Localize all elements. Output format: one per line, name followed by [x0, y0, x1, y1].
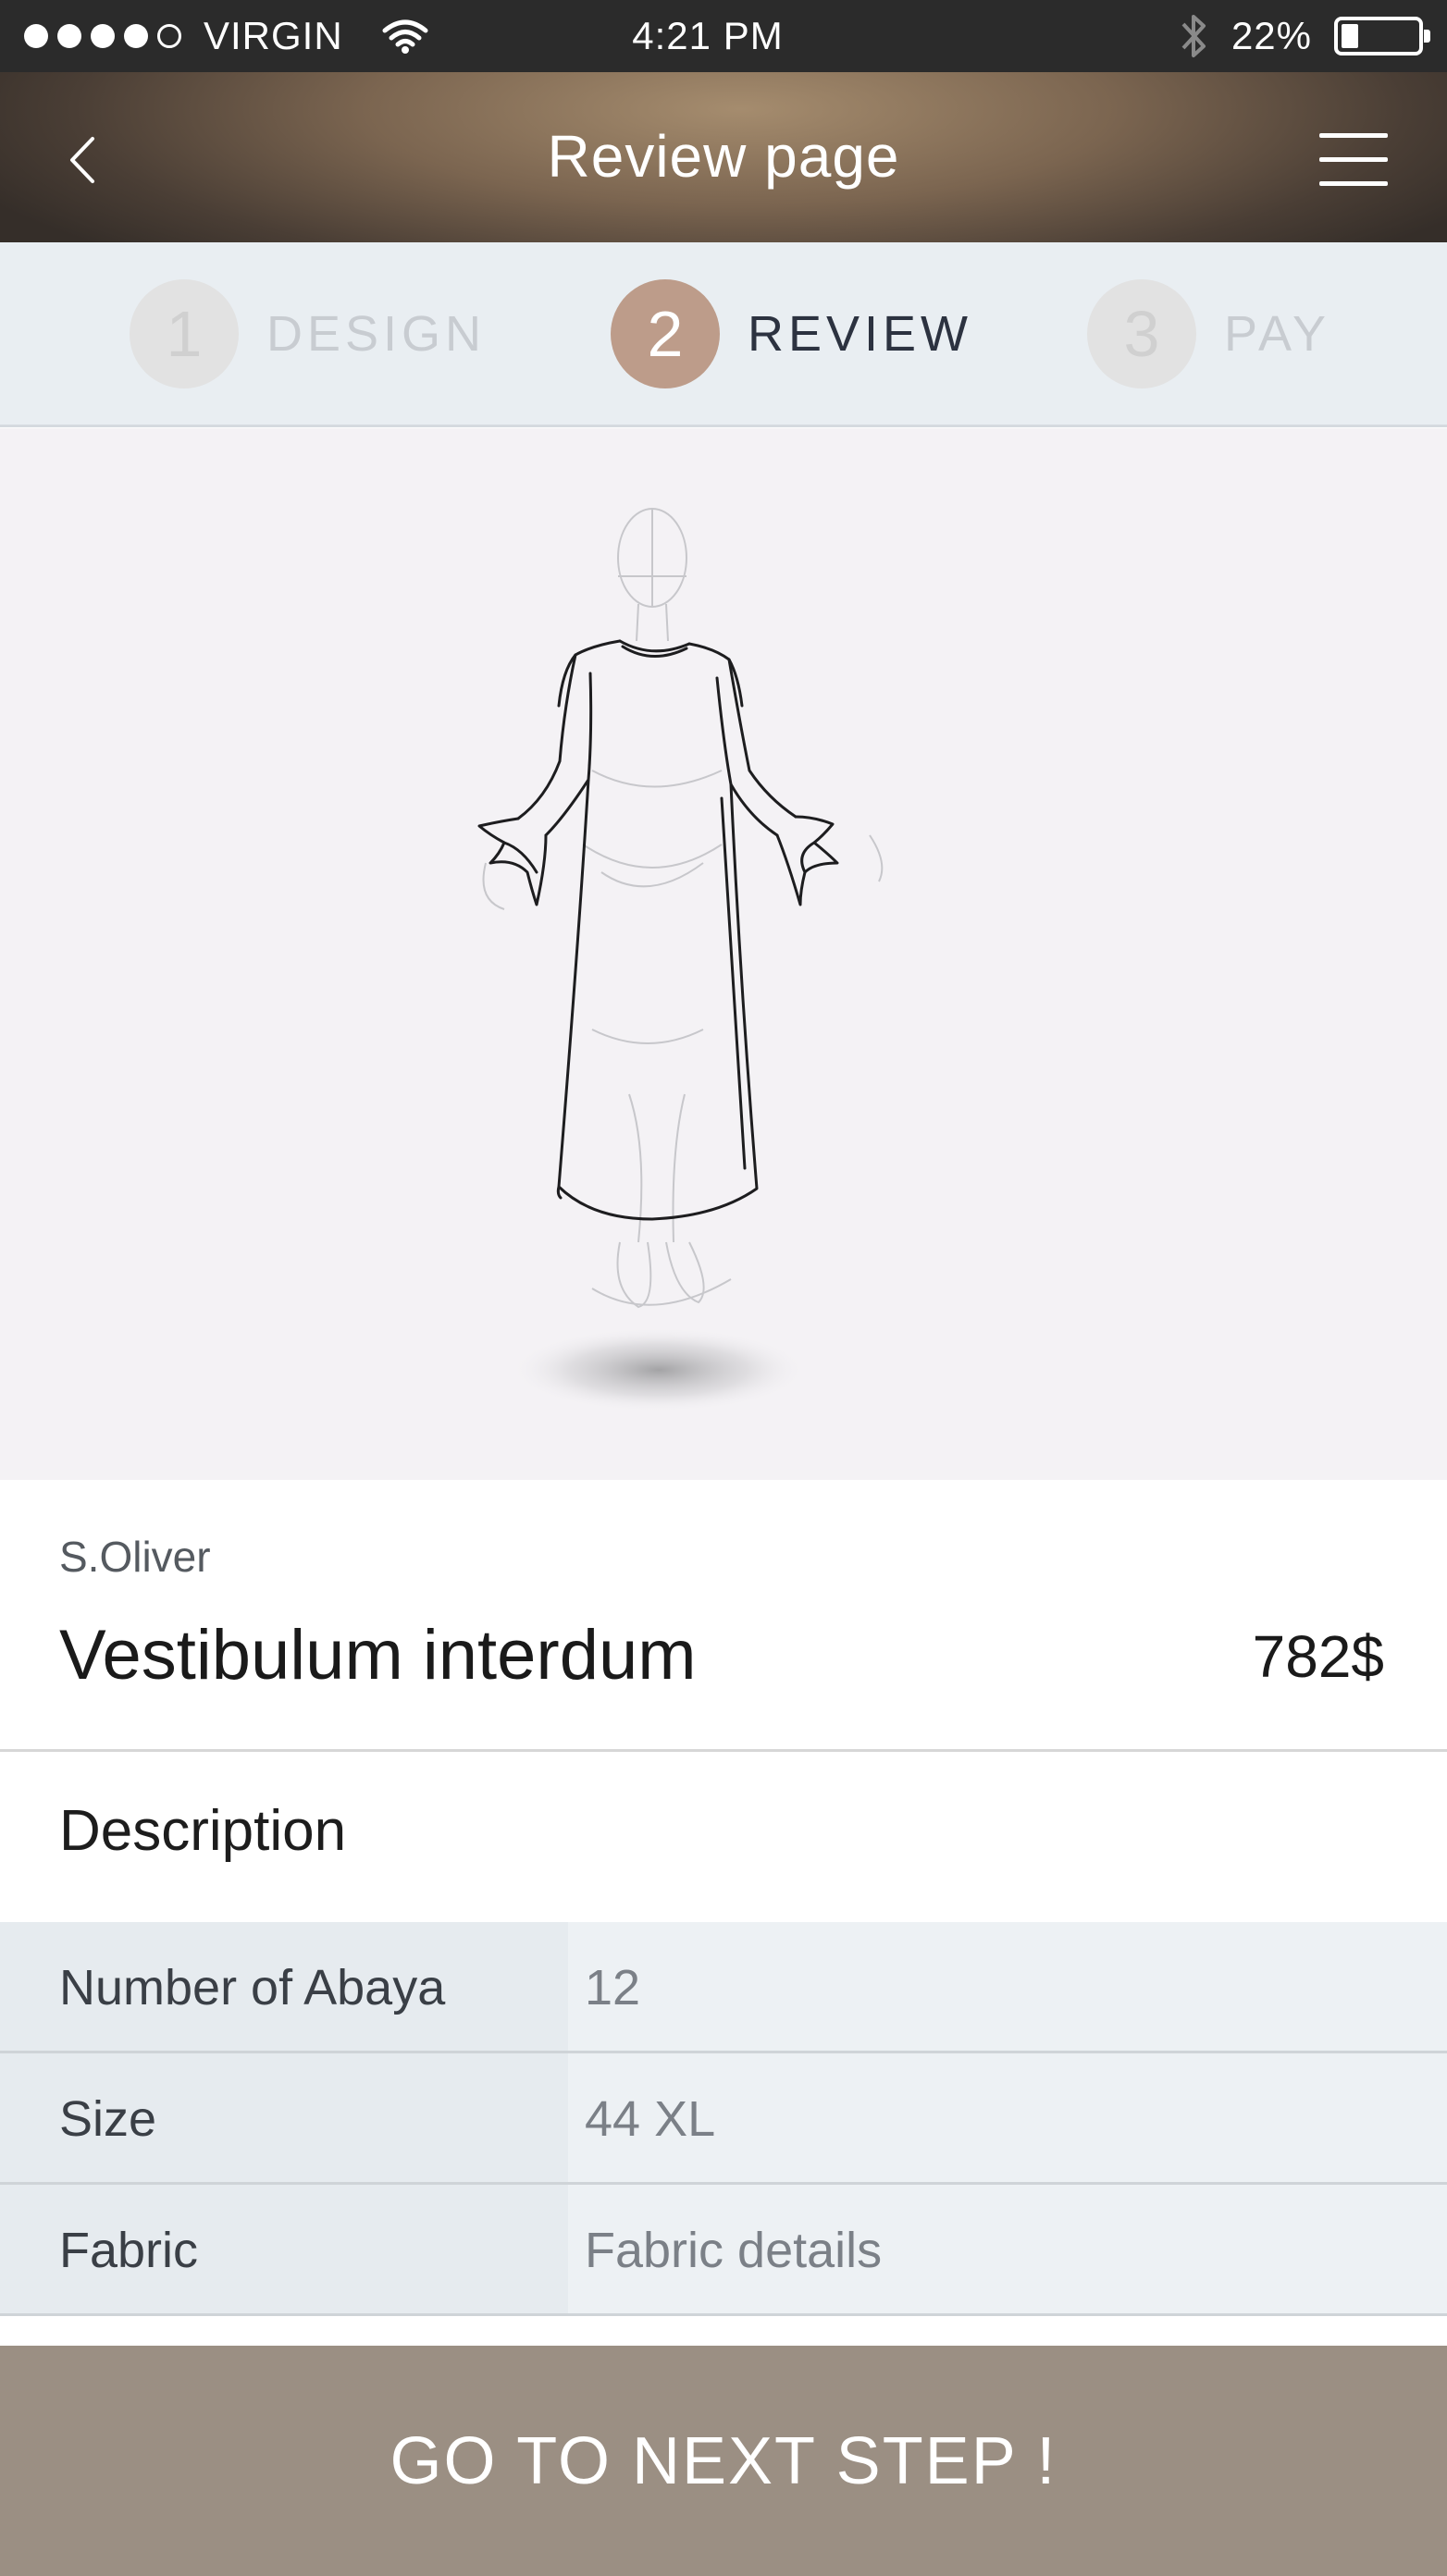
row-value-cell: 12 [568, 1922, 1447, 2051]
step-pay[interactable]: 3 PAY [1087, 279, 1330, 388]
description-table: Number of Abaya 12 Size 44 XL Fabric Fab… [0, 1922, 1447, 2316]
step-number: 1 [130, 279, 239, 388]
table-row: Size 44 XL [0, 2053, 1447, 2185]
row-value: Fabric details [585, 2223, 883, 2278]
row-label: Size [59, 2091, 157, 2147]
row-value-cell: 44 XL [568, 2053, 1447, 2182]
battery-fill [1342, 24, 1358, 48]
product-name: Vestibulum interdum [59, 1616, 697, 1695]
step-design[interactable]: 1 DESIGN [130, 279, 486, 388]
status-right: 22% [1178, 11, 1430, 61]
description-title: Description [59, 1799, 347, 1863]
step-review[interactable]: 2 REVIEW [611, 279, 972, 388]
table-row: Number of Abaya 12 [0, 1922, 1447, 2053]
row-label: Fabric [59, 2223, 199, 2278]
description-header: Description [0, 1752, 1447, 1922]
progress-steps: 1 DESIGN 2 REVIEW 3 PAY [0, 242, 1447, 427]
next-step-button[interactable]: GO TO NEXT STEP ! [0, 2346, 1447, 2576]
page-title: Review page [547, 123, 900, 190]
row-value: 44 XL [585, 2091, 716, 2147]
bluetooth-icon [1181, 15, 1206, 57]
product-image [0, 428, 1447, 1480]
status-bar: VIRGIN 4:21 PM 22% [0, 0, 1447, 72]
row-label-cell: Size [0, 2053, 568, 2182]
row-value-cell: Fabric details [568, 2185, 1447, 2313]
product-info: S.Oliver Vestibulum interdum 782$ [0, 1480, 1447, 1752]
row-label: Number of Abaya [59, 1960, 446, 2015]
abaya-sketch-illustration [477, 508, 884, 1412]
row-value: 12 [585, 1960, 641, 2015]
step-number: 3 [1087, 279, 1196, 388]
step-number: 2 [611, 279, 720, 388]
table-row: Fabric Fabric details [0, 2185, 1447, 2316]
step-label: REVIEW [748, 306, 973, 362]
hamburger-menu-icon[interactable] [1319, 133, 1388, 186]
product-price: 782$ [1252, 1623, 1384, 1690]
step-label: DESIGN [266, 306, 487, 362]
row-label-cell: Number of Abaya [0, 1922, 568, 2051]
battery-percent: 22% [1231, 14, 1312, 57]
battery-icon [1334, 17, 1430, 55]
step-label: PAY [1224, 306, 1331, 362]
brand-name: S.Oliver [59, 1533, 211, 1581]
top-navigation-bar: Review page [0, 72, 1447, 242]
row-label-cell: Fabric [0, 2185, 568, 2313]
